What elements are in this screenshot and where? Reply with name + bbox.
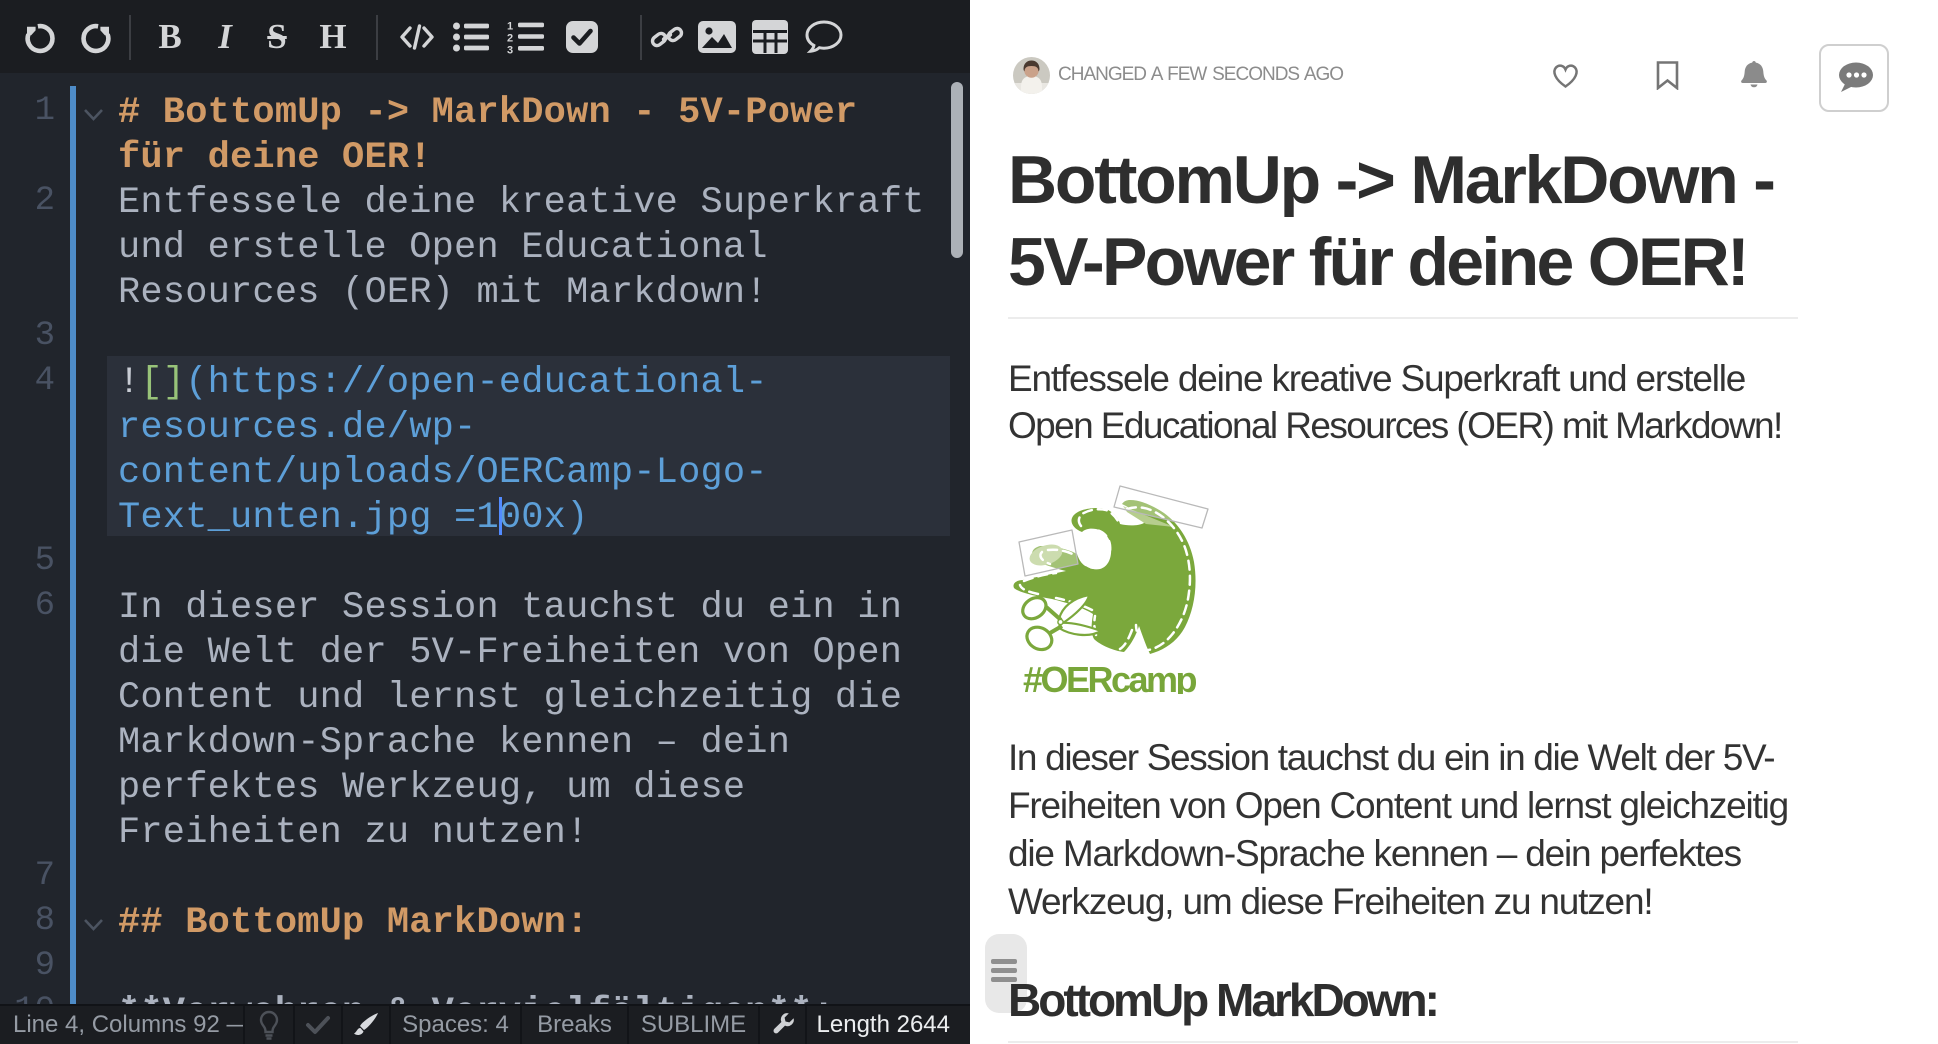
svg-text:2: 2 — [507, 32, 513, 44]
svg-text:3: 3 — [507, 44, 513, 54]
svg-text:#OERcamp: #OERcamp — [1023, 659, 1197, 694]
svg-text:1: 1 — [507, 20, 513, 32]
